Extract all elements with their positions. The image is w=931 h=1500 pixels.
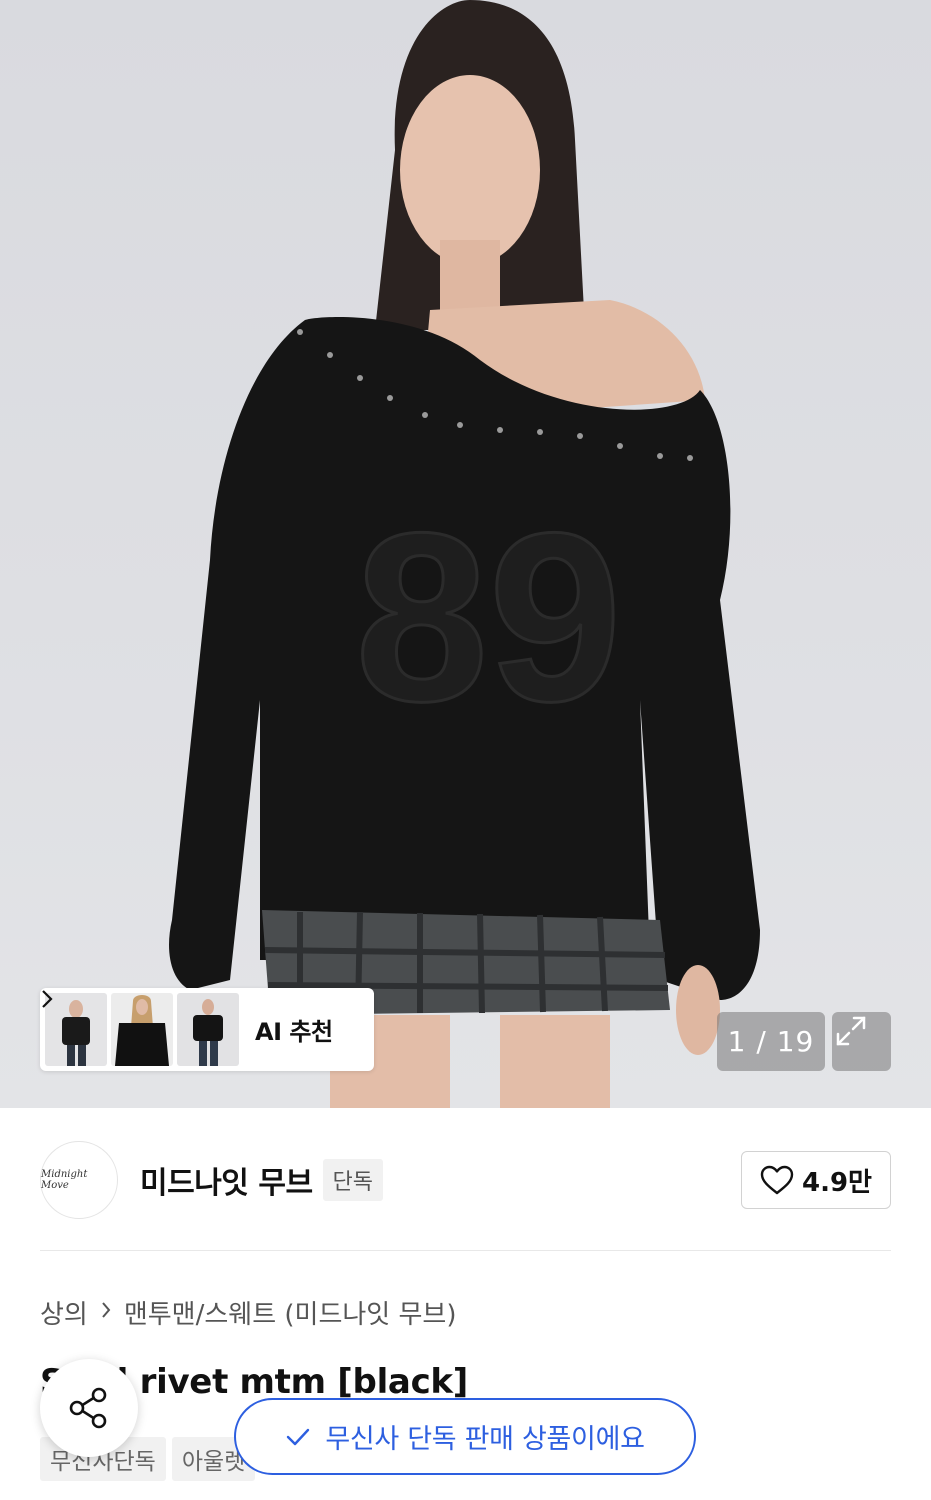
- svg-text:89: 89: [355, 483, 622, 751]
- ai-recommend-card[interactable]: AI 추천: [40, 988, 374, 1071]
- model-thumbnail-2[interactable]: [111, 993, 173, 1066]
- ai-recommend-label: AI 추천: [255, 1018, 333, 1046]
- expand-button[interactable]: [832, 1012, 891, 1071]
- share-icon: [69, 1387, 107, 1429]
- heart-icon: [760, 1165, 794, 1195]
- model-thumbnail-1[interactable]: [45, 993, 107, 1066]
- check-icon: [287, 1428, 310, 1445]
- chevron-right-icon: [100, 1300, 112, 1326]
- image-counter: 1 / 19: [717, 1012, 825, 1071]
- share-button[interactable]: [40, 1359, 138, 1457]
- exclusive-badge: 단독: [322, 1159, 384, 1201]
- expand-icon: [836, 1016, 866, 1046]
- brand-logo[interactable]: Midnight Move: [40, 1141, 118, 1219]
- exclusive-toast-text: 무신사 단독 판매 상품이에요: [325, 1424, 645, 1455]
- breadcrumb: 상의 맨투맨/스웨트 (미드나잇 무브): [40, 1294, 456, 1331]
- brand-logo-text: Midnight Move: [41, 1169, 88, 1191]
- product-image-gallery[interactable]: 89 AI 추천 1 / 19: [0, 0, 931, 1108]
- like-count: 4.9만: [802, 1167, 872, 1198]
- brand-row: Midnight Move 미드나잇 무브 단독 4.9만: [40, 1140, 891, 1220]
- model-thumbnail-3[interactable]: [177, 993, 239, 1066]
- like-button[interactable]: 4.9만: [741, 1151, 891, 1209]
- brand-name[interactable]: 미드나잇 무브: [140, 1158, 313, 1202]
- product-photo: 89: [169, 0, 761, 1108]
- breadcrumb-category[interactable]: 상의: [40, 1294, 88, 1331]
- divider: [40, 1250, 891, 1251]
- breadcrumb-subcategory[interactable]: 맨투맨/스웨트 (미드나잇 무브): [124, 1294, 457, 1331]
- exclusive-toast: 무신사 단독 판매 상품이에요: [234, 1398, 696, 1475]
